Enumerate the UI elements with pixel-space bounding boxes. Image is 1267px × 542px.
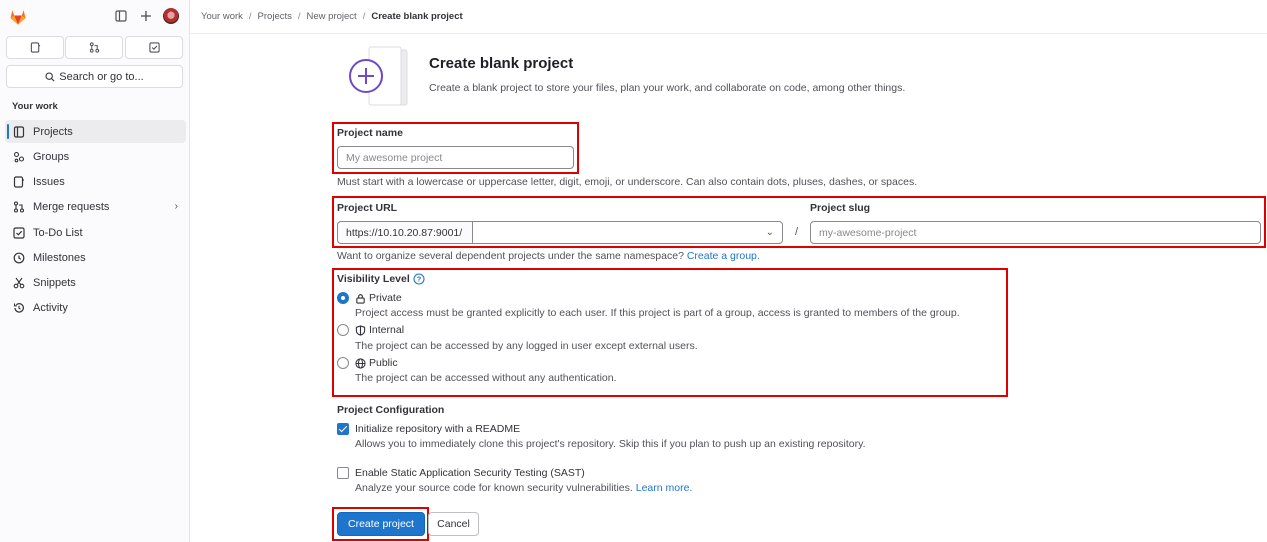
sidebar-item-merge-requests[interactable]: Merge requests › <box>5 195 186 218</box>
sidebar-item-label: Merge requests <box>33 200 110 213</box>
sidebar-item-label: Groups <box>33 150 70 163</box>
merge-request-icon <box>12 200 25 213</box>
user-avatar[interactable] <box>163 8 179 24</box>
sast-help: Analyze your source code for known secur… <box>355 482 692 494</box>
sast-help-text: Analyze your source code for known secur… <box>355 482 633 494</box>
merge-request-icon <box>89 42 99 53</box>
sast-label[interactable]: Enable Static Application Security Testi… <box>355 467 585 479</box>
lock-icon <box>356 293 365 304</box>
visibility-public-option[interactable]: Public <box>355 357 398 369</box>
visibility-label-text: Visibility Level <box>337 273 410 285</box>
issues-icon <box>30 42 40 53</box>
visibility-public-label: Public <box>369 357 398 369</box>
visibility-private-label: Private <box>369 292 402 304</box>
sidebar-item-label: Issues <box>33 175 65 188</box>
visibility-label: Visibility Level ? <box>337 273 425 285</box>
sidebar-section-title: Your work <box>12 101 58 112</box>
learn-more-link[interactable]: Learn more. <box>636 482 693 494</box>
page-description: Create a blank project to store your fil… <box>429 82 906 94</box>
breadcrumb: Your work / Projects / New project / Cre… <box>201 11 463 22</box>
question-icon[interactable]: ? <box>413 273 425 285</box>
breadcrumb-separator: / <box>248 11 252 22</box>
todo-icon <box>12 226 25 239</box>
earth-icon <box>355 357 366 369</box>
project-url-prefix: https://10.10.20.87:9001/ <box>337 221 473 244</box>
namespace-select[interactable]: ⌄ <box>472 221 783 244</box>
create-group-link[interactable]: Create a group. <box>687 250 760 262</box>
search-label: Search or go to... <box>59 70 144 83</box>
project-name-label: Project name <box>337 127 403 139</box>
breadcrumb-separator: / <box>362 11 366 22</box>
todo-icon <box>148 42 160 53</box>
visibility-private-radio[interactable] <box>337 292 349 304</box>
project-slug-label: Project slug <box>810 202 871 214</box>
project-icon <box>12 125 25 138</box>
cancel-button[interactable]: Cancel <box>428 512 479 536</box>
visibility-public-description: The project can be accessed without any … <box>355 372 617 384</box>
history-icon <box>12 301 25 314</box>
sidebar-item-projects[interactable]: Projects <box>5 120 186 143</box>
search-button[interactable]: Search or go to... <box>6 65 183 88</box>
visibility-internal-option[interactable]: Internal <box>355 324 404 336</box>
breadcrumb-separator: / <box>297 11 301 22</box>
search-icon <box>45 71 55 82</box>
sidebar-toggle-icon[interactable] <box>114 9 128 23</box>
readme-label[interactable]: Initialize repository with a README <box>355 423 520 435</box>
namespace-help: Want to organize several dependent proje… <box>337 250 760 262</box>
issues-icon <box>12 175 25 188</box>
breadcrumb-item-projects[interactable]: Projects <box>258 11 292 22</box>
sidebar-item-snippets[interactable]: Snippets <box>5 271 186 294</box>
breadcrumb-current[interactable]: Create blank project <box>371 11 462 22</box>
sidebar-item-milestones[interactable]: Milestones <box>5 246 186 269</box>
visibility-private-option[interactable]: Private <box>355 292 402 304</box>
namespace-help-text: Want to organize several dependent proje… <box>337 250 684 262</box>
project-name-help: Must start with a lowercase or uppercase… <box>337 176 918 188</box>
sidebar-item-groups[interactable]: Groups <box>5 145 186 168</box>
breadcrumb-item-new-project[interactable]: New project <box>307 11 357 22</box>
sidebar-item-label: Milestones <box>33 251 86 264</box>
sidebar-item-label: Projects <box>33 125 73 138</box>
readme-help: Allows you to immediately clone this pro… <box>355 438 866 450</box>
milestone-icon <box>12 251 25 264</box>
create-project-button[interactable]: Create project <box>337 512 425 536</box>
sast-checkbox[interactable] <box>337 467 349 479</box>
project-slug-input[interactable] <box>810 221 1261 244</box>
readme-checkbox[interactable] <box>337 423 349 435</box>
todo-quick-button[interactable] <box>125 36 183 59</box>
svg-text:?: ? <box>416 275 421 284</box>
visibility-internal-label: Internal <box>369 324 405 336</box>
visibility-public-radio[interactable] <box>337 357 349 369</box>
sidebar-item-label: To-Do List <box>33 226 83 239</box>
sidebar-item-issues[interactable]: Issues <box>5 170 186 193</box>
visibility-internal-radio[interactable] <box>337 324 349 336</box>
blank-project-illustration-icon <box>349 46 408 106</box>
plus-icon[interactable] <box>139 9 153 23</box>
breadcrumb-item-your-work[interactable]: Your work <box>201 11 243 22</box>
merge-requests-quick-button[interactable] <box>65 36 123 59</box>
issues-quick-button[interactable] <box>6 36 64 59</box>
sidebar-item-label: Snippets <box>33 276 76 289</box>
chevron-down-icon: ⌄ <box>765 227 774 238</box>
chevron-right-icon: › <box>174 201 178 212</box>
project-url-label: Project URL <box>337 202 398 214</box>
sidebar: Search or go to... Your work Projects Gr… <box>0 0 190 542</box>
project-configuration-label: Project Configuration <box>337 404 445 416</box>
visibility-private-description: Project access must be granted explicitl… <box>355 307 960 319</box>
sidebar-item-label: Activity <box>33 301 68 314</box>
gitlab-logo-icon[interactable] <box>9 8 27 26</box>
group-icon <box>12 150 25 163</box>
shield-icon <box>355 324 366 336</box>
sidebar-item-activity[interactable]: Activity <box>5 296 186 319</box>
snippet-icon <box>12 276 25 289</box>
page-title: Create blank project <box>429 55 574 72</box>
url-slash-separator: / <box>795 226 799 238</box>
sidebar-item-todo-list[interactable]: To-Do List <box>5 221 186 244</box>
header-divider <box>190 33 1267 34</box>
project-name-input[interactable] <box>337 146 574 169</box>
visibility-internal-description: The project can be accessed by any logge… <box>355 340 698 352</box>
